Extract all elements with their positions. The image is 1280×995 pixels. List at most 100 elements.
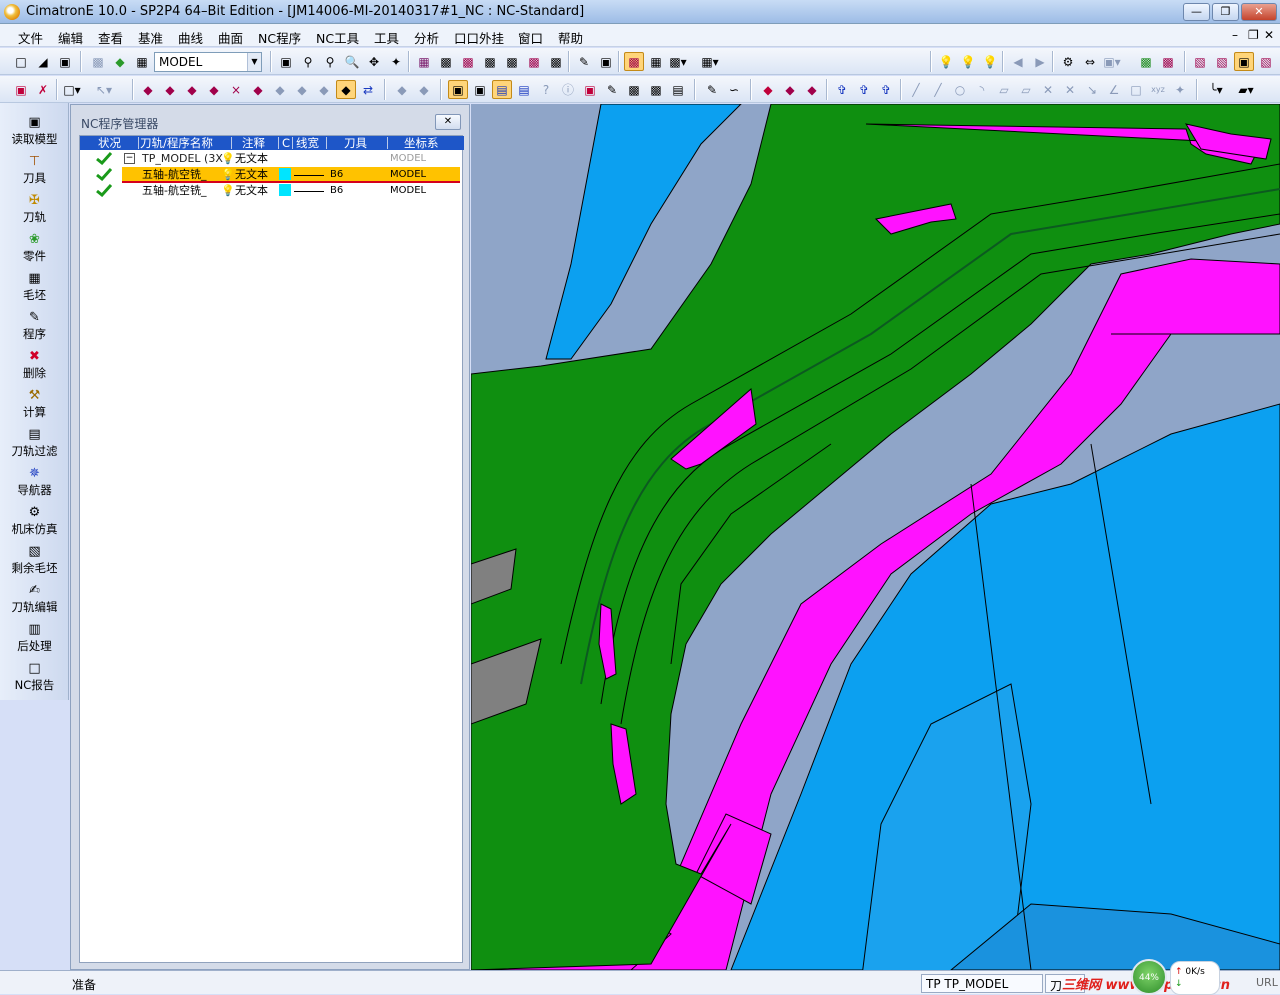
arrow-left-icon[interactable]: ◀	[1008, 52, 1028, 71]
line-parallel-icon[interactable]: ╱	[928, 80, 948, 99]
nc-tree-icon[interactable]: ▤	[668, 80, 688, 99]
filter-swap-icon[interactable]: ⇄	[358, 80, 378, 99]
collapse-icon[interactable]: −	[124, 153, 135, 164]
network-gauge[interactable]: 44%	[1131, 959, 1167, 995]
filter-faces-icon[interactable]: ◆	[138, 80, 158, 99]
wireframe-icon[interactable]: ▦	[646, 52, 666, 71]
filter-edges-icon[interactable]: ◆	[160, 80, 180, 99]
left-view-icon[interactable]: ▩	[546, 52, 566, 71]
dimension-icon[interactable]: ✎	[574, 52, 594, 71]
nc-tree-row-selected[interactable]: 五轴-航空铣_ 💡 无文本 B6 MODEL	[122, 167, 460, 183]
nc-guide-icon[interactable]: ▣	[448, 80, 468, 99]
column-line-width[interactable]: 线宽	[296, 136, 319, 150]
column-color[interactable]: C	[282, 136, 290, 150]
render-mode-icon[interactable]: ▩▾	[668, 52, 688, 71]
mdi-close-button[interactable]: ✕	[1264, 28, 1274, 42]
ucs-axis-icon[interactable]: ✞	[854, 80, 874, 99]
model-select[interactable]: MODEL ▼	[154, 52, 262, 72]
column-comment[interactable]: 注释	[242, 136, 265, 150]
zoom-selected-icon[interactable]: ⚲	[320, 52, 340, 71]
pan-icon[interactable]: ✥	[364, 52, 384, 71]
menu-plugins[interactable]: 口口外挂	[454, 28, 504, 47]
mdi-minimize-button[interactable]: –	[1232, 28, 1238, 42]
pick-mode-icon[interactable]: □▾	[62, 80, 82, 99]
column-name[interactable]: 刀轨/程序名称	[140, 136, 213, 150]
left-toolbar-item-stock[interactable]: ▦ 毛坯	[0, 271, 69, 303]
cimatron-app-icon[interactable]	[4, 4, 20, 20]
filter-sketch-icon[interactable]: ◆	[248, 80, 268, 99]
left-toolbar-item-tool[interactable]: ⊤ 刀具	[0, 154, 69, 186]
menu-tools[interactable]: 工具	[374, 28, 399, 47]
surface-loft-icon[interactable]: ◆	[802, 80, 822, 99]
nc-tree-row[interactable]: − TP_MODEL (3X 💡 无文本 MODEL	[80, 151, 464, 167]
back-view-icon[interactable]: ▩	[502, 52, 522, 71]
chevron-down-icon[interactable]: ▼	[247, 53, 261, 71]
minimize-button[interactable]: —	[1183, 3, 1210, 21]
point-icon[interactable]: ✦	[1170, 80, 1190, 99]
plane-icon[interactable]: ▱	[994, 80, 1014, 99]
iso-view-icon[interactable]: ▦	[414, 52, 434, 71]
pick-option-icon[interactable]: ↖▾	[94, 80, 114, 99]
extrude-icon[interactable]: ▱	[1016, 80, 1036, 99]
info-icon[interactable]: ⓘ	[558, 80, 578, 99]
filter-curves-icon[interactable]: ◆	[182, 80, 202, 99]
menu-nc-program[interactable]: NC程序	[258, 28, 301, 47]
lightbulb-icon[interactable]: 💡	[221, 152, 235, 166]
close-button[interactable]: ✕	[1241, 3, 1277, 21]
nc-edit-icon[interactable]: ✎	[602, 80, 622, 99]
filter-ucs-icon[interactable]: ◆	[314, 80, 334, 99]
line-icon[interactable]: ╱	[906, 80, 926, 99]
lightbulb-icon[interactable]: 💡	[221, 168, 235, 182]
column-tool[interactable]: 刀具	[344, 136, 367, 150]
menu-analysis[interactable]: 分析	[414, 28, 439, 47]
left-toolbar-item-remaining-stock[interactable]: ▧ 剩余毛坯	[0, 544, 69, 576]
filter-axis-icon[interactable]: ◆	[292, 80, 312, 99]
camera-icon[interactable]: ▣	[596, 52, 616, 71]
box-icon[interactable]: □	[1126, 80, 1146, 99]
left-toolbar-item-part[interactable]: ❀ 零件	[0, 232, 69, 264]
nc-tree-row[interactable]: 五轴-航空铣_ 💡 无文本 B6 MODEL	[80, 183, 464, 199]
menu-file[interactable]: 文件	[18, 28, 43, 47]
nc-setup-icon[interactable]: ▣	[470, 80, 490, 99]
menu-window[interactable]: 窗口	[518, 28, 543, 47]
sketch-icon[interactable]: ▩	[88, 52, 108, 71]
left-toolbar-item-execute[interactable]: ⚒ 计算	[0, 388, 69, 420]
sketcher-icon[interactable]: ✎	[702, 80, 722, 99]
left-toolbar-item-toolpath-edit[interactable]: ✍ 刀轨编辑	[0, 583, 69, 615]
filter-datum-icon[interactable]: ◆	[270, 80, 290, 99]
nc-copy-icon[interactable]: ▩	[624, 80, 644, 99]
save-icon[interactable]: ▣	[55, 52, 75, 71]
left-toolbar-item-navigator[interactable]: ✵ 导航器	[0, 466, 69, 498]
filter-points-icon[interactable]: ◆	[204, 80, 224, 99]
bottom-view-icon[interactable]: ▩	[524, 52, 544, 71]
zoom-icon[interactable]: 🔍	[342, 52, 362, 71]
hide-icon[interactable]: ◆	[392, 80, 412, 99]
page-icon[interactable]: ▧	[1190, 52, 1210, 71]
lightbulb-icon[interactable]: 💡	[221, 184, 235, 198]
new-file-icon[interactable]: □	[11, 52, 31, 71]
show-icon[interactable]: ◆	[414, 80, 434, 99]
menu-surface[interactable]: 曲面	[218, 28, 243, 47]
set-model-icon[interactable]: ▦	[132, 52, 152, 71]
zoom-window-icon[interactable]: ⚲	[298, 52, 318, 71]
nc-table-icon[interactable]: ▤	[514, 80, 534, 99]
left-toolbar-item-procedure[interactable]: ✎ 程序	[0, 310, 69, 342]
mdi-restore-button[interactable]: ❐	[1248, 28, 1259, 42]
open-file-icon[interactable]: ◢	[33, 52, 53, 71]
front-view-icon[interactable]: ▩	[436, 52, 456, 71]
arc-icon[interactable]: ◝	[972, 80, 992, 99]
left-toolbar-item-post-process[interactable]: ▥ 后处理	[0, 622, 69, 654]
left-toolbar-item-delete[interactable]: ✖ 删除	[0, 349, 69, 381]
menu-nc-tools[interactable]: NC工具	[316, 28, 359, 47]
left-toolbar-item-simulation[interactable]: ⚙ 机床仿真	[0, 505, 69, 537]
xyz-icon[interactable]: xyz	[1148, 80, 1168, 99]
menu-datum[interactable]: 基准	[138, 28, 163, 47]
help-icon[interactable]: ?	[536, 80, 556, 99]
light-off-icon[interactable]: 💡	[936, 52, 956, 71]
snap-mode-icon[interactable]: ▰▾	[1236, 80, 1256, 99]
snap-icon[interactable]: ╰▾	[1206, 80, 1226, 99]
nc-list-icon[interactable]: ▤	[492, 80, 512, 99]
top-view-icon[interactable]: ▩	[458, 52, 478, 71]
left-toolbar-item-nc-report[interactable]: □ NC报告	[0, 661, 69, 693]
menu-curve[interactable]: 曲线	[178, 28, 203, 47]
